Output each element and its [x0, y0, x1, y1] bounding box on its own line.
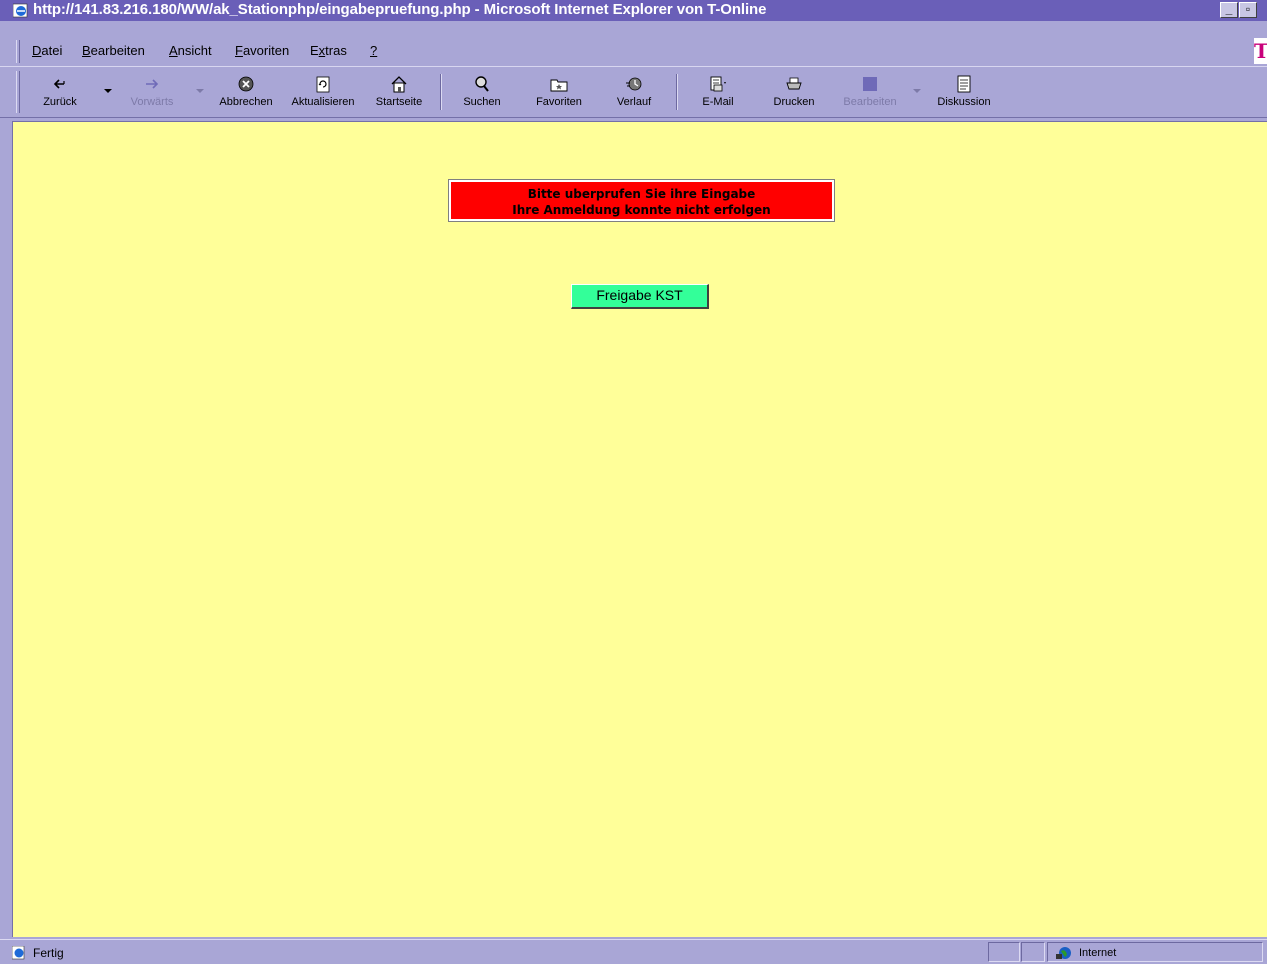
- zone-text: Internet: [1079, 947, 1117, 959]
- menu-bearbeiten[interactable]: Bearbeiten: [82, 43, 145, 58]
- home-icon: [391, 76, 407, 93]
- menu-datei-label: atei: [41, 43, 63, 58]
- back-arrow-icon: [53, 79, 65, 89]
- toolbar-grip: [16, 71, 20, 113]
- menu-help[interactable]: ?: [370, 43, 377, 58]
- menu-datei[interactable]: Datei: [32, 43, 62, 58]
- status-cell: [1021, 942, 1045, 962]
- menu-help-accel: ?: [370, 43, 378, 58]
- back-button[interactable]: Zurück: [37, 67, 83, 117]
- t-online-logo: T: [1254, 38, 1267, 64]
- forward-button[interactable]: Vorwärts: [123, 67, 181, 117]
- search-button[interactable]: Suchen: [453, 67, 511, 117]
- favorites-label: Favoriten: [536, 96, 582, 108]
- history-icon: [626, 77, 642, 91]
- edit-icon: [863, 77, 877, 91]
- search-label: Suchen: [463, 96, 501, 108]
- internet-globe-icon: [1056, 947, 1071, 959]
- edit-dropdown-icon[interactable]: [913, 89, 921, 93]
- error-line-2: Ihre Anmeldung konnte nicht erfolgen: [512, 203, 771, 217]
- stop-label: Abbrechen: [219, 96, 273, 108]
- mail-label: E-Mail: [702, 96, 734, 108]
- menu-extras-pre: E: [310, 43, 319, 58]
- refresh-label: Aktualisieren: [291, 96, 355, 108]
- status-text: Fertig: [33, 946, 64, 960]
- ie-page-icon: [13, 3, 28, 18]
- window-title: http://141.83.216.180/WW/ak_Stationphp/e…: [33, 1, 767, 18]
- menu-ansicht[interactable]: Ansicht: [169, 43, 212, 58]
- menu-grip: [16, 40, 20, 63]
- menu-ansicht-label: nsicht: [177, 43, 212, 58]
- page-status-icon: [12, 946, 25, 960]
- menu-favoriten[interactable]: Favoriten: [235, 43, 289, 58]
- edit-label: Bearbeiten: [843, 96, 897, 108]
- minimize-button[interactable]: _: [1220, 2, 1238, 18]
- page-content: Bitte uberprufen Sie ihre Eingabe Ihre A…: [12, 121, 1267, 937]
- menu-extras[interactable]: Extras: [310, 43, 347, 58]
- print-icon: [786, 77, 802, 90]
- forward-dropdown-icon[interactable]: [196, 89, 204, 93]
- forward-arrow-icon: [146, 79, 159, 89]
- history-button[interactable]: Verlauf: [606, 67, 662, 117]
- menu-ansicht-accel: A: [169, 43, 178, 58]
- restore-button[interactable]: ▫: [1239, 2, 1257, 18]
- discussion-icon: [957, 75, 971, 93]
- menu-bearbeiten-label: earbeiten: [90, 43, 145, 58]
- menu-bearbeiten-accel: B: [82, 43, 91, 58]
- status-cell: [988, 942, 1020, 962]
- discuss-button[interactable]: Diskussion: [931, 67, 997, 117]
- freigabe-kst-button[interactable]: Freigabe KST: [571, 284, 709, 309]
- error-line-1: Bitte uberprufen Sie ihre Eingabe: [527, 187, 756, 201]
- history-label: Verlauf: [616, 96, 652, 108]
- error-message: Bitte uberprufen Sie ihre Eingabe Ihre A…: [451, 182, 832, 219]
- refresh-button[interactable]: Aktualisieren: [285, 67, 361, 117]
- mail-icon: [710, 76, 726, 92]
- mail-button[interactable]: E-Mail: [693, 67, 743, 117]
- toolbar-separator: [676, 74, 678, 110]
- favorites-button[interactable]: Favoriten: [528, 67, 590, 117]
- title-bar: http://141.83.216.180/WW/ak_Stationphp/e…: [0, 0, 1267, 21]
- favorites-folder-icon: [550, 79, 568, 92]
- menu-favoriten-label: avoriten: [242, 43, 290, 58]
- back-label: Zurück: [43, 96, 77, 108]
- forward-label: Vorwärts: [130, 96, 174, 108]
- back-dropdown-icon[interactable]: [104, 89, 112, 93]
- toolbar: Zurück Vorwärts Abbrechen Aktualisieren …: [0, 66, 1267, 118]
- menu-extras-label: tras: [325, 43, 347, 58]
- menu-datei-accel: D: [32, 43, 42, 58]
- status-bar: Fertig Internet: [0, 939, 1267, 964]
- menu-favoriten-accel: F: [235, 43, 243, 58]
- print-button[interactable]: Drucken: [765, 67, 823, 117]
- error-message-box: Bitte uberprufen Sie ihre Eingabe Ihre A…: [448, 179, 835, 222]
- search-icon: [475, 76, 489, 92]
- stop-button[interactable]: Abbrechen: [212, 67, 280, 117]
- home-button[interactable]: Startseite: [367, 67, 431, 117]
- home-label: Startseite: [375, 96, 423, 108]
- edit-button[interactable]: Bearbeiten: [838, 67, 902, 117]
- discuss-label: Diskussion: [937, 96, 991, 108]
- toolbar-separator: [440, 74, 442, 110]
- print-label: Drucken: [773, 96, 815, 108]
- stop-icon: [238, 76, 254, 92]
- refresh-icon: [316, 76, 330, 93]
